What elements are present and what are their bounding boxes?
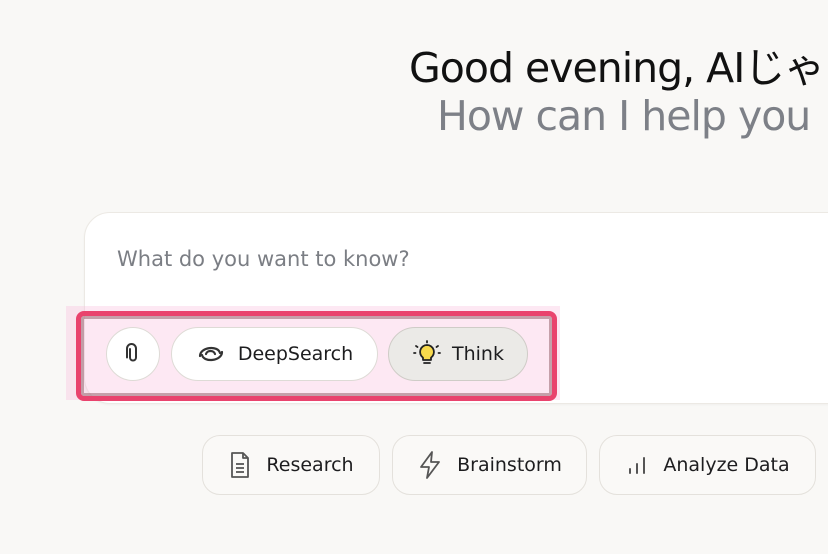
document-icon	[228, 451, 252, 479]
suggestion-label: Research	[266, 454, 354, 476]
greeting-subtitle: How can I help you	[437, 92, 811, 140]
highlight-annotation-box	[76, 311, 557, 401]
lightning-icon	[417, 450, 443, 480]
suggestion-brainstorm[interactable]: Brainstorm	[392, 435, 587, 495]
suggestion-research[interactable]: Research	[202, 435, 380, 495]
bar-chart-icon	[625, 453, 649, 477]
prompt-input[interactable]	[117, 247, 817, 271]
suggestion-label: Brainstorm	[457, 454, 562, 476]
greeting-title: Good evening, AIじゃ	[409, 44, 825, 92]
suggestion-analyze-data[interactable]: Analyze Data	[599, 435, 816, 495]
suggestion-label: Analyze Data	[663, 454, 790, 476]
